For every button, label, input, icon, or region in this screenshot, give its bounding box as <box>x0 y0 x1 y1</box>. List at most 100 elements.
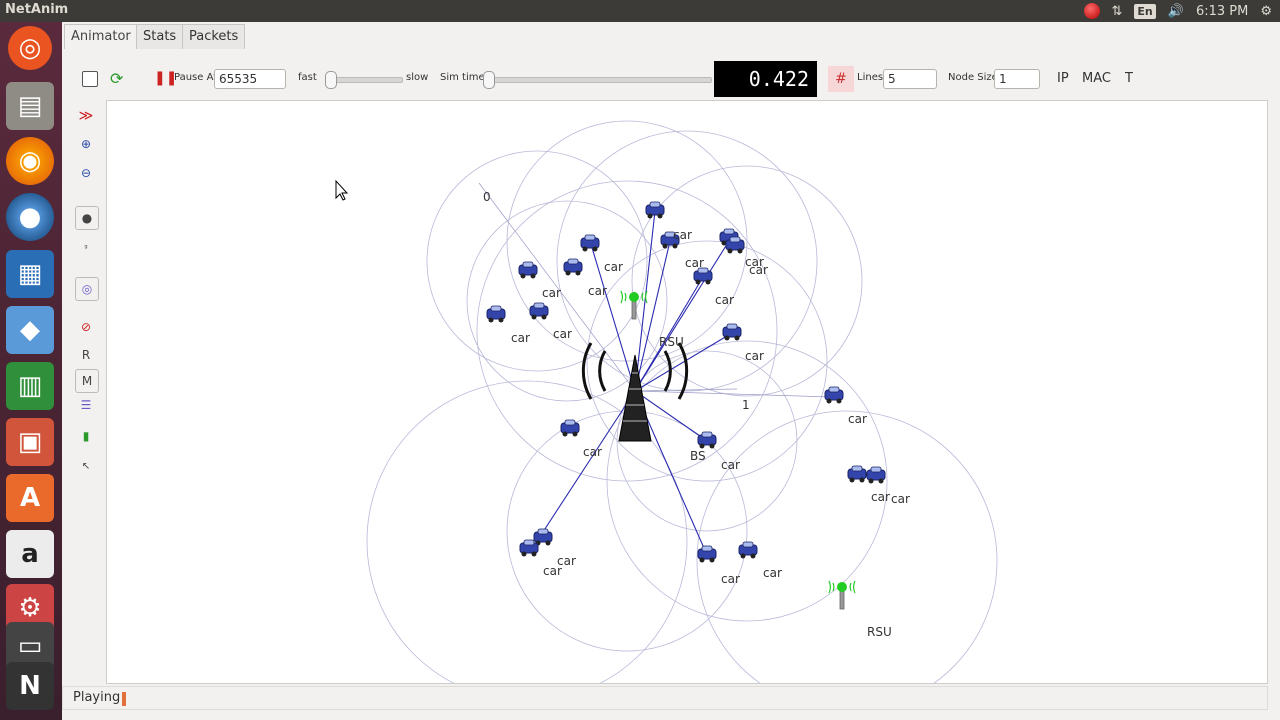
clock[interactable]: 6:13 PM <box>1196 2 1248 20</box>
sim-time-slider-track[interactable] <box>486 77 712 83</box>
lines-value: 5 <box>888 72 896 86</box>
amazon-icon[interactable]: a <box>6 530 54 578</box>
car-label: car <box>721 572 740 586</box>
fast-label: fast <box>298 72 317 83</box>
r-button[interactable]: R <box>75 344 97 366</box>
playback-progress <box>122 692 126 706</box>
mouse-pointer-icon <box>335 179 349 201</box>
grid-toggle-icon[interactable]: # <box>828 66 854 92</box>
car-label: car <box>588 284 607 298</box>
car-node[interactable]: car <box>563 258 607 298</box>
browser-globe-icon[interactable]: ● <box>6 193 54 241</box>
network-scene: 0 1 BS RSU RSU car car car car car car c… <box>335 120 998 683</box>
car-node[interactable]: car <box>518 261 561 300</box>
speed-slider-track[interactable] <box>326 77 403 83</box>
software-center-icon[interactable]: A <box>6 474 54 522</box>
node-1-label: 1 <box>742 398 750 412</box>
rsu-node[interactable]: RSU <box>828 580 892 639</box>
car-node[interactable]: car <box>486 305 530 345</box>
impress-icon[interactable]: ▣ <box>6 418 54 466</box>
ip-toggle-button[interactable]: IP <box>1057 71 1069 86</box>
firefox-icon[interactable]: ◉ <box>6 137 54 185</box>
car-label: car <box>721 458 740 472</box>
node-description-icon[interactable]: ᵍ <box>75 236 97 258</box>
status-bar: Playing <box>62 686 1268 710</box>
car-label: car <box>763 566 782 580</box>
bs-label: BS <box>690 449 706 463</box>
tab-stats[interactable]: Stats <box>136 24 184 49</box>
system-tray: ⇅ En 🔊 6:13 PM ⚙ <box>1083 0 1280 22</box>
files-icon[interactable]: ▤ <box>6 82 54 130</box>
car-node[interactable]: car <box>738 541 782 580</box>
lines-icon[interactable]: ☰ <box>75 394 97 416</box>
car-node[interactable]: car <box>715 293 734 307</box>
node-size-select[interactable]: 1 <box>994 69 1040 89</box>
animation-canvas[interactable]: 0 1 BS RSU RSU car car car car car car c… <box>106 100 1268 684</box>
car-node[interactable]: car <box>697 545 740 586</box>
mouse-position-icon[interactable]: ↖ <box>75 455 97 477</box>
m-button[interactable]: M <box>75 369 99 393</box>
t-toggle-button[interactable]: T <box>1125 71 1133 86</box>
speed-slider-handle[interactable] <box>325 71 337 89</box>
open-file-icon[interactable] <box>82 71 98 87</box>
sim-time-display: 0.422 <box>714 61 817 97</box>
volume-icon[interactable]: 🔊 <box>1168 2 1184 20</box>
range-circles <box>366 120 998 683</box>
car-node[interactable]: car <box>660 228 692 249</box>
car-label: car <box>891 492 910 506</box>
car-node[interactable]: car <box>533 528 576 568</box>
keyboard-layout-indicator[interactable]: En <box>1134 2 1156 20</box>
car-label: car <box>715 293 734 307</box>
system-top-bar: NetAnim ⇅ En 🔊 6:13 PM ⚙ <box>0 0 1280 22</box>
battery-icon[interactable]: ▮ <box>75 425 97 447</box>
node-0-label: 0 <box>483 190 491 204</box>
lines-spinbox[interactable]: 5 <box>883 69 937 89</box>
car-label: car <box>604 260 623 274</box>
writer-icon[interactable]: ▦ <box>6 250 54 298</box>
rsu-node[interactable]: RSU <box>620 290 684 349</box>
node-icon-toggle[interactable]: ● <box>75 206 99 230</box>
car-node[interactable]: car <box>685 256 713 285</box>
reload-icon[interactable]: ⟳ <box>110 69 123 88</box>
rsu-label: RSU <box>867 625 892 639</box>
node-size-value: 1 <box>999 72 1007 86</box>
sim-time-label: Sim time <box>440 72 485 83</box>
launcher: ◎ ▤ ◉ ● ▦ ◆ ▥ ▣ A a ⚙ ▭ N <box>0 22 62 720</box>
tab-packets[interactable]: Packets <box>182 24 246 49</box>
sim-time-slider-handle[interactable] <box>483 71 495 89</box>
stop-icon[interactable]: ⊘ <box>75 316 97 338</box>
car-node[interactable]: car <box>560 419 602 459</box>
car-node[interactable]: car <box>580 234 623 274</box>
zoom-in-icon[interactable]: ⊕ <box>75 133 97 155</box>
pause-at-label: Pause At <box>174 72 218 83</box>
tab-bar: Animator Stats Packets <box>62 22 1280 50</box>
ubuntu-dash-icon[interactable]: ◎ <box>8 26 52 70</box>
calc-icon[interactable]: ▥ <box>6 362 54 410</box>
node-size-label: Node Size <box>948 72 998 83</box>
animator-toolbar: ⟳ ❚❚ Pause At 65535 fast slow Sim time 0… <box>62 58 1280 100</box>
car-node[interactable]: car <box>722 323 764 363</box>
wireless-circles-icon[interactable]: ◎ <box>75 277 99 301</box>
pause-at-input[interactable]: 65535 <box>214 69 286 89</box>
netanim-icon[interactable]: N <box>6 662 54 710</box>
car-node[interactable]: car <box>519 539 562 578</box>
fast-forward-icon[interactable]: ≫ <box>75 105 97 127</box>
window-title: NetAnim <box>5 2 69 17</box>
car-label: car <box>848 412 867 426</box>
car-label: car <box>542 286 561 300</box>
slow-label: slow <box>406 72 429 83</box>
rsu-label: RSU <box>659 335 684 349</box>
car-label: car <box>685 256 704 270</box>
car-node[interactable]: car <box>824 386 867 426</box>
virtualbox-icon[interactable]: ◆ <box>6 306 54 354</box>
zoom-out-icon[interactable]: ⊖ <box>75 162 97 184</box>
mac-toggle-button[interactable]: MAC <box>1082 71 1111 86</box>
network-icon[interactable]: ⇅ <box>1112 2 1123 20</box>
tab-animator[interactable]: Animator <box>64 24 138 49</box>
car-label: car <box>745 349 764 363</box>
record-indicator-icon[interactable] <box>1083 2 1100 20</box>
lines-label: Lines <box>857 72 884 83</box>
car-label: car <box>871 490 890 504</box>
power-settings-icon[interactable]: ⚙ <box>1260 2 1272 20</box>
car-label: car <box>543 564 562 578</box>
